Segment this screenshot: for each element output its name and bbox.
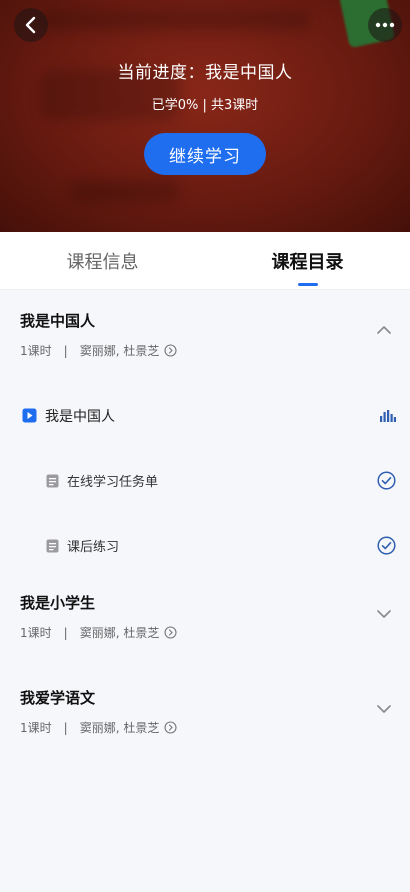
video-play-icon [22,408,37,423]
progress-title: 当前进度：我是中国人 [117,63,293,83]
meta-separator: | [63,720,68,735]
chapter-meta: 1课时 | 窦丽娜, 杜景芝 [20,719,177,736]
check-circle-icon [377,471,396,490]
document-icon [46,474,59,488]
course-catalog: 我是中国人 1课时 | 窦丽娜, 杜景芝 我是中国人 在线学习任务单 课后练习 … [0,290,410,768]
chapter-item[interactable]: 我是小学生 1课时 | 窦丽娜, 杜景芝 [0,578,410,673]
tab-active-indicator [297,283,318,286]
chapter-hours: 1课时 [20,626,52,640]
continue-learning-button[interactable]: 继续学习 [144,133,266,175]
progress-stats: 已学0% | 共3课时 [151,98,259,113]
teacher-info-icon[interactable] [164,721,177,734]
chevron-up-icon[interactable] [376,320,392,339]
tab-label: 课程目录 [271,251,344,273]
back-button[interactable] [14,8,48,42]
more-dots-icon [375,22,395,28]
check-circle-icon [377,536,396,555]
tab-course-catalog[interactable]: 课程目录 [205,232,410,289]
chapter-teachers: 窦丽娜, 杜景芝 [79,344,160,358]
chapter-item[interactable]: 我是中国人 1课时 | 窦丽娜, 杜景芝 [0,290,410,380]
task-item[interactable]: 课后练习 [0,513,410,578]
task-title: 在线学习任务单 [67,475,159,490]
task-title: 课后练习 [67,540,120,555]
chapter-hours: 1课时 [20,344,52,358]
tab-label: 课程信息 [66,251,139,273]
document-icon [46,539,59,553]
chapter-item[interactable]: 我爱学语文 1课时 | 窦丽娜, 杜景芝 [0,673,410,768]
lesson-item[interactable]: 我是中国人 [0,383,410,448]
meta-separator: | [63,625,68,640]
chapter-title: 我爱学语文 [20,689,96,707]
chapter-teachers: 窦丽娜, 杜景芝 [79,626,160,640]
chevron-down-icon[interactable] [376,699,392,718]
meta-separator: | [63,343,68,358]
chevron-down-icon[interactable] [376,604,392,623]
chapter-title: 我是小学生 [20,594,96,612]
task-item[interactable]: 在线学习任务单 [0,448,410,513]
chapter-meta: 1课时 | 窦丽娜, 杜景芝 [20,624,177,641]
tab-bar: 课程信息 课程目录 [0,232,410,290]
chapter-title: 我是中国人 [20,312,96,330]
chapter-meta: 1课时 | 窦丽娜, 杜景芝 [20,342,177,359]
audio-bars-icon [380,409,396,422]
chapter-hours: 1课时 [20,721,52,735]
course-hero: 当前进度：我是中国人 已学0% | 共3课时 继续学习 [0,0,410,232]
chapter-teachers: 窦丽娜, 杜景芝 [79,721,160,735]
lesson-title: 我是中国人 [45,408,115,425]
more-button[interactable] [368,8,402,42]
chevron-left-icon [25,16,36,34]
teacher-info-icon[interactable] [164,626,177,639]
teacher-info-icon[interactable] [164,344,177,357]
tab-course-info[interactable]: 课程信息 [0,232,205,289]
